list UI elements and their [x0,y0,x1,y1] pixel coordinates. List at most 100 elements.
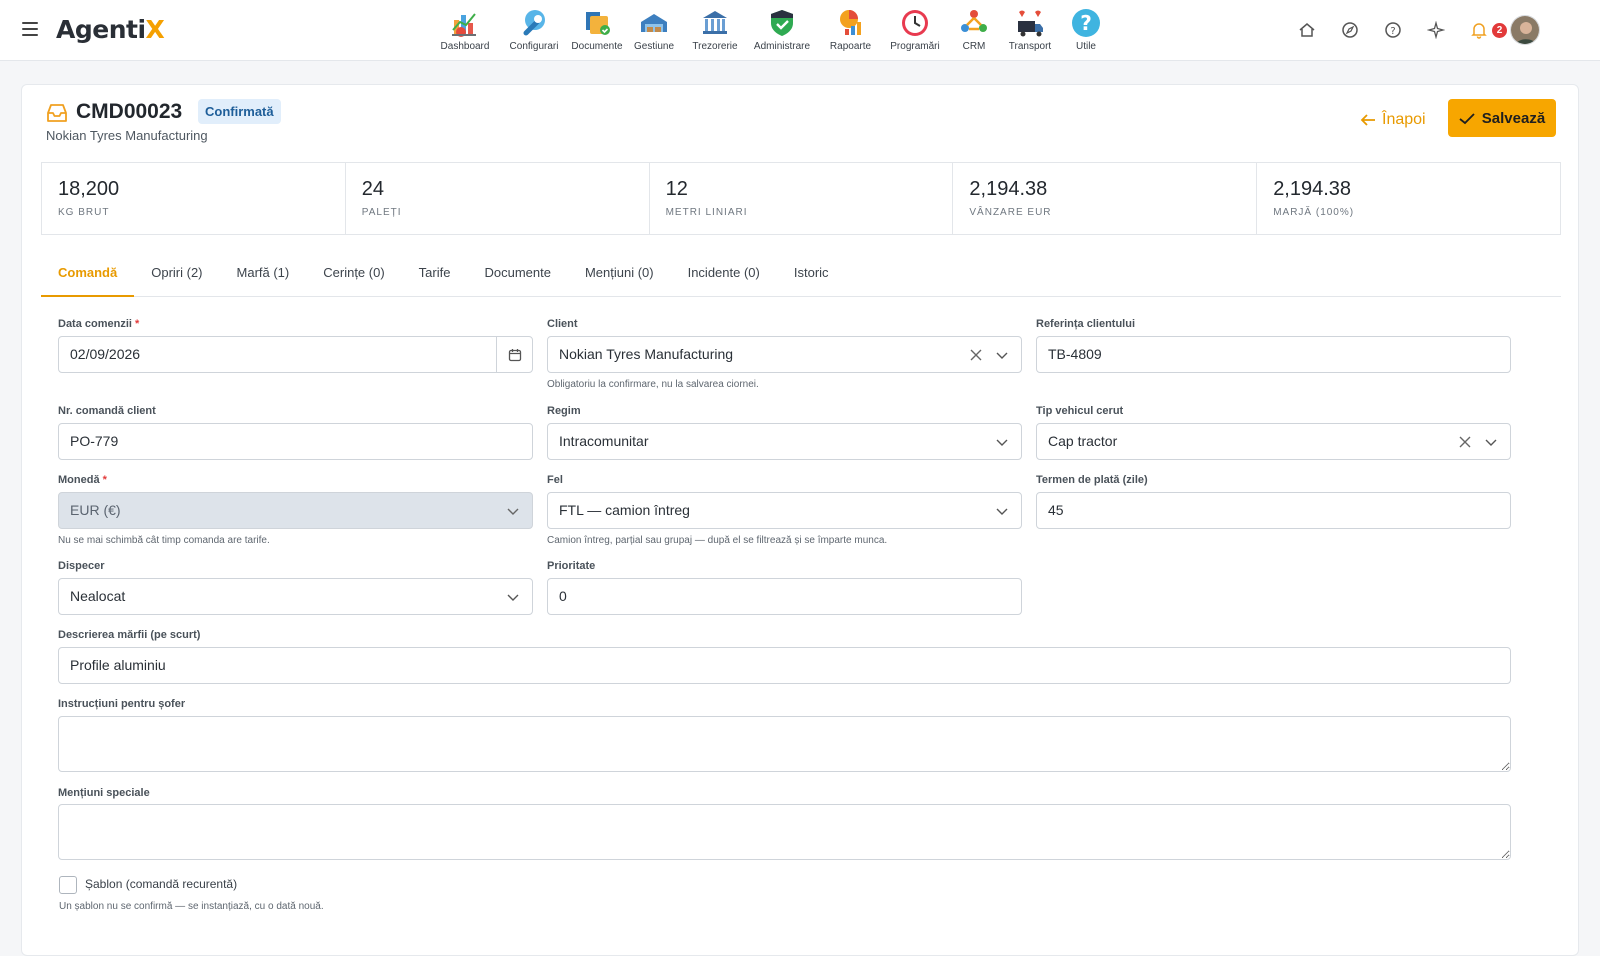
template-checkbox[interactable] [59,876,77,894]
clear-icon[interactable] [969,348,983,362]
chevron-down-icon [996,508,1008,515]
save-button[interactable]: Salvează [1448,99,1556,137]
wrench-icon [523,10,545,36]
payment-term-label: Termen de plată (zile) [1036,474,1148,486]
driver-instr-label: Instrucțiuni pentru șofer [58,698,186,710]
calendar-icon [508,349,522,362]
regime-select[interactable]: Intracomunitar [547,423,1022,460]
regime-label: Regim [547,405,581,417]
stat-marja: 2,194.38 MARJĂ (100%) [1273,178,1355,218]
nav-item-programari[interactable]: Programări [884,6,946,56]
help-icon: ? [1072,9,1100,37]
stat-vanzare-eur: 2,194.38 VÂNZARE EUR [953,163,1258,234]
goods-desc-input[interactable]: Profile aluminiu [58,647,1511,684]
documents-icon [586,12,610,35]
kind-hint: Camion întreg, parțial sau grupaj — după… [547,535,888,546]
kind-label: Fel [547,474,563,486]
order-date-input[interactable]: 02/09/2026 [58,336,533,373]
goods-desc-label: Descrierea mărfii (pe scurt) [58,629,201,641]
chevron-down-icon [996,439,1008,446]
chevron-down-icon [996,352,1008,359]
dispatcher-label: Dispecer [58,560,105,572]
payment-term-input[interactable]: 45 [1036,492,1511,529]
user-avatar[interactable] [1510,15,1540,45]
vehicle-type-select[interactable]: Cap tractor [1036,423,1511,460]
nav-item-configurari[interactable]: Configurari [499,6,569,56]
help-circle-icon[interactable]: ? [1382,19,1404,41]
nav-item-rapoarte[interactable]: Rapoarte [817,6,884,56]
client-ref-label: Referința clientului [1036,318,1136,330]
tab-opriri[interactable]: Opriri (2) [134,253,219,297]
special-notes-textarea[interactable] [58,804,1511,860]
bell-icon[interactable] [1468,19,1490,41]
nav-item-dashboard[interactable]: Dashboard [440,6,490,56]
dashboard-icon [452,13,476,37]
tab-istoric[interactable]: Istoric [777,253,846,297]
arrow-left-icon [1360,114,1375,126]
inbox-icon [47,104,67,122]
svg-text:?: ? [1390,26,1395,37]
main-nav: Dashboard Configurari Documente Gestiune… [440,6,1114,56]
special-notes-label: Mențiuni speciale [58,787,150,799]
nav-item-transport[interactable]: Transport [1002,6,1058,56]
tab-cerinte[interactable]: Cerințe (0) [306,253,401,297]
chevron-down-icon [507,508,519,515]
nav-item-gestiune[interactable]: Gestiune [625,6,683,56]
vehicle-type-label: Tip vehicul cerut [1036,405,1124,417]
bank-icon [703,11,727,34]
check-icon [1459,112,1475,124]
sparkle-icon[interactable] [1425,19,1447,41]
stat-metri-liniari: 12 METRI LINIARI [650,163,954,234]
compass-icon[interactable] [1339,19,1361,41]
tab-documente[interactable]: Documente [467,253,567,297]
nav-item-utile[interactable]: ? Utile [1058,6,1114,56]
template-checkbox-label[interactable]: Șablon (comandă recurentă) [85,877,237,891]
order-card: CMD00023 Confirmată Nokian Tyres Manufac… [21,84,1579,956]
back-button[interactable]: Înapoi [1360,108,1426,132]
client-label: Client [547,318,578,330]
currency-hint: Nu se mai schimbă cât timp comanda are t… [58,535,270,546]
dispatcher-select[interactable]: Nealocat [58,578,533,615]
currency-label: Monedă * [58,474,107,486]
nav-item-crm[interactable]: CRM [946,6,1002,56]
truck-icon [1018,10,1043,37]
tab-comanda[interactable]: Comandă [41,253,135,297]
stats-bar: 18,200 KG BRUT 24 PALEȚI 12 METRI LINIARI 2… [41,162,1561,235]
order-tabs: Comandă Opriri (2) Marfă (1) Cerințe (0)… [41,253,1561,297]
nav-item-trezorerie[interactable]: Trezorerie [683,6,747,56]
driver-instructions-textarea[interactable] [58,716,1511,772]
order-number: CMD00023 [76,100,183,123]
priority-label: Prioritate [547,560,596,572]
stat-kg-brut: 18,200 KG BRUT [42,163,346,234]
priority-input[interactable]: 0 [547,578,1022,615]
nav-item-documente[interactable]: Documente [569,6,625,56]
menu-icon[interactable] [22,22,38,36]
order-date-label: Data comenzii * [58,318,140,330]
clear-icon[interactable] [1458,435,1472,449]
app-logo[interactable]: AgentiX [56,15,165,44]
chevron-down-icon [1485,439,1497,446]
svg-text:?: ? [1080,11,1092,35]
client-select[interactable]: Nokian Tyres Manufacturing [547,336,1022,373]
tab-tarife[interactable]: Tarife [402,253,468,297]
report-icon [839,10,861,35]
crm-icon [961,10,987,32]
kind-select[interactable]: FTL — camion întreg [547,492,1022,529]
nav-item-administrare[interactable]: Administrare [747,6,817,56]
tab-marfa[interactable]: Marfă (1) [220,253,307,297]
currency-select: EUR (€) [58,492,533,529]
tab-mentiuni[interactable]: Mențiuni (0) [568,253,671,297]
top-bar: AgentiX Dashboard Configurari Documente … [0,0,1600,61]
client-hint: Obligatoriu la confirmare, nu la salvare… [547,379,759,390]
home-icon[interactable] [1296,19,1318,41]
calendar-button[interactable] [496,337,532,372]
client-order-no-label: Nr. comandă client [58,405,156,417]
status-badge: Confirmată [198,99,281,124]
warehouse-icon [641,14,667,32]
client-subtitle: Nokian Tyres Manufacturing [46,128,208,143]
tab-incidente[interactable]: Incidente (0) [671,253,777,297]
client-ref-input[interactable]: TB-4809 [1036,336,1511,373]
stat-paleti: 24 PALEȚI [346,163,650,234]
client-order-no-input[interactable]: PO-779 [58,423,533,460]
clock-icon [902,10,928,36]
